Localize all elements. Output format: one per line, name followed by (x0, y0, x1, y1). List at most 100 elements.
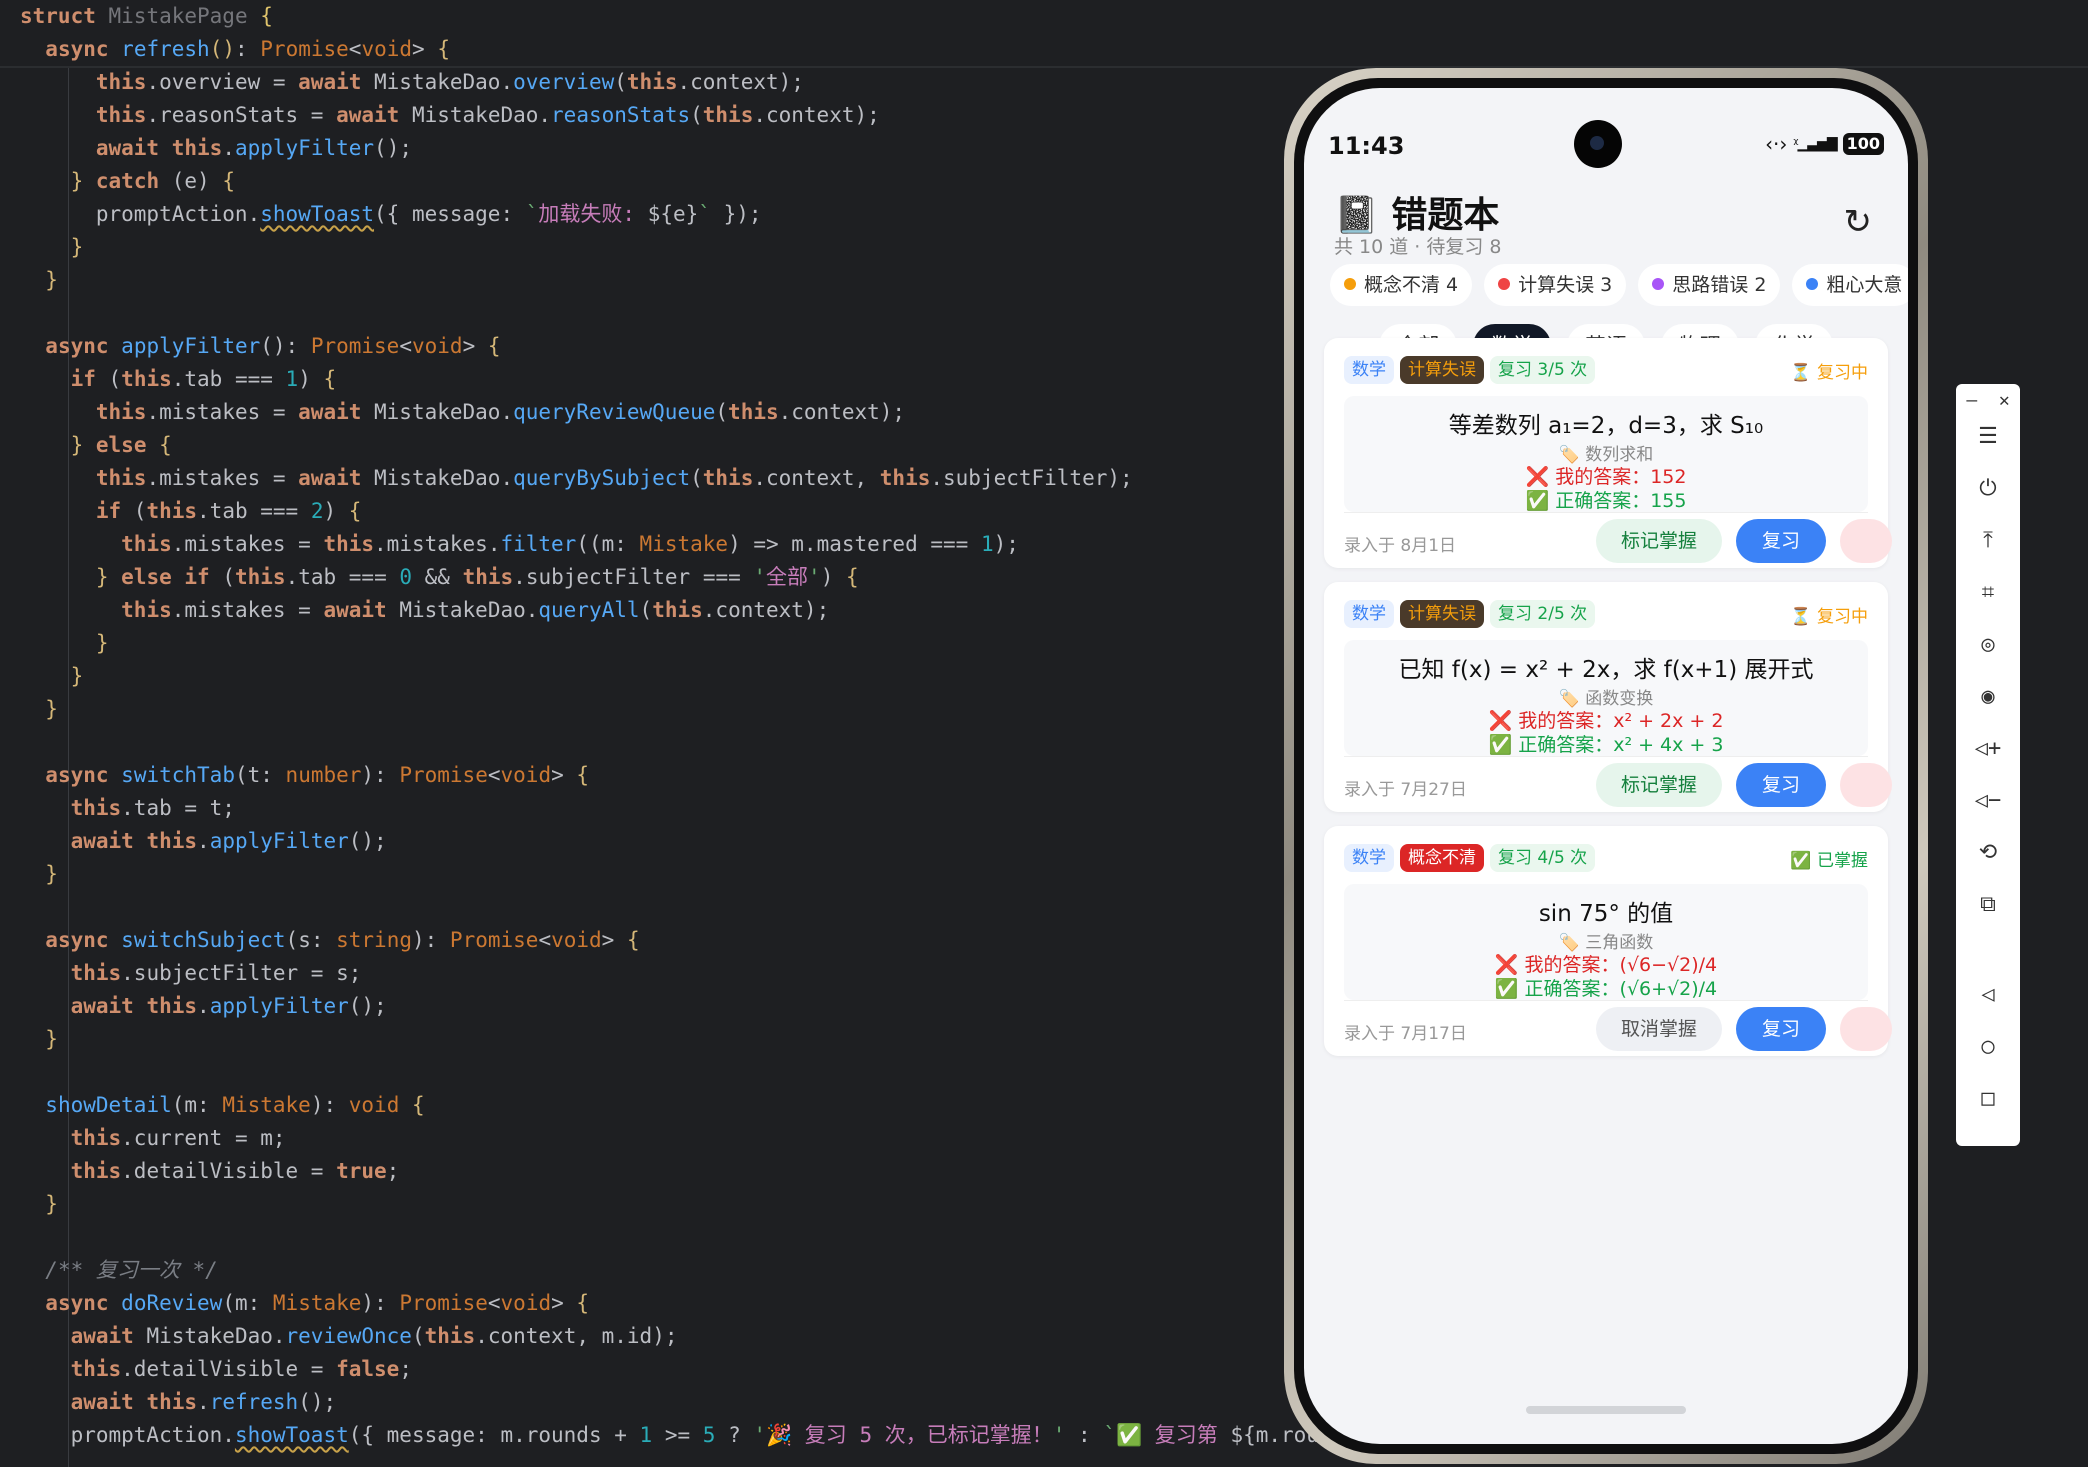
code-line[interactable]: this.mistakes = await MistakeDao.queryBy… (20, 462, 1133, 495)
multi-screen-icon[interactable]: ⧉ (1956, 892, 2020, 917)
volume-up-icon[interactable]: ◁+ (1956, 736, 2020, 761)
reason-stats-row[interactable]: 概念不清 4 计算失误 3 思路错误 2 粗心大意 (1330, 264, 1908, 310)
subject-tag: 数学 (1344, 356, 1394, 384)
review-button[interactable]: 复习 (1736, 1007, 1826, 1051)
code-line[interactable]: } catch (e) { (20, 165, 235, 198)
code-line[interactable]: await this.refresh(); (20, 1386, 337, 1419)
code-line[interactable]: } (20, 231, 84, 264)
delete-button[interactable] (1840, 519, 1892, 563)
code-line[interactable]: await this.applyFilter(); (20, 825, 387, 858)
code-line[interactable]: async doReview(m: Mistake): Promise<void… (20, 1287, 589, 1320)
status-time: 11:43 (1328, 132, 1405, 160)
code-line[interactable]: } (20, 1188, 58, 1221)
code-line[interactable]: } (20, 264, 58, 297)
code-line[interactable]: if (this.tab === 1) { (20, 363, 337, 396)
code-line[interactable]: } (20, 660, 84, 693)
code-line[interactable]: this.detailVisible = true; (20, 1155, 400, 1188)
sticky-scroll-header[interactable]: struct MistakePage { async refresh(): Pr… (0, 0, 2088, 68)
notebook-icon: 📓 (1334, 195, 1379, 236)
question-box[interactable]: 等差数列 a₁=2，d=3，求 S₁₀ 🏷️ 数列求和 ❌ 我的答案：152 ✅ 正确… (1344, 396, 1868, 512)
reason-tag: 计算失误 (1400, 600, 1484, 628)
my-answer: ❌ 我的答案：(√6−√2)/4 (1494, 954, 1718, 976)
mistake-card[interactable]: 数学 计算失误 复习 2/5 次 ⏳ 复习中 已知 f(x) = x² + 2x，求 f… (1324, 582, 1892, 812)
question-text: sin 75° 的值 (1538, 901, 1674, 927)
volume-down-icon[interactable]: ◁− (1956, 788, 2020, 813)
code-line[interactable]: } else if (this.tab === 0 && this.subjec… (20, 561, 859, 594)
code-line[interactable]: async switchSubject(s: string): Promise<… (20, 924, 639, 957)
status-badge: ✅ 已掌握 (1790, 851, 1868, 871)
emulator-toolbar[interactable]: — ✕ ☰ ⏻ ⤒ ⌗ ◎ ◉ ◁+ ◁− ⟲ ⧉ ◁ ○ □ (1956, 384, 2020, 1146)
code-line[interactable]: } else { (20, 429, 172, 462)
review-button[interactable]: 复习 (1736, 519, 1826, 563)
question-box[interactable]: sin 75° 的值 🏷️ 三角函数 ❌ 我的答案：(√6−√2)/4 ✅ 正确答案：… (1344, 884, 1868, 1000)
code-line[interactable]: async switchTab(t: number): Promise<void… (20, 759, 589, 792)
question-text: 等差数列 a₁=2，d=3，求 S₁₀ (1448, 413, 1764, 439)
code-line[interactable]: promptAction.showToast({ message: m.roun… (20, 1419, 1357, 1452)
phone-emulator-frame: 11:43 ‹·› ᵡ▁▃▅▇ 100 📓 错题本 共 10 道 · 待复习 8… (1284, 68, 1928, 1464)
code-line[interactable]: this.mistakes = await MistakeDao.queryRe… (20, 396, 905, 429)
subject-tag: 数学 (1344, 844, 1394, 872)
reason-chip[interactable]: 粗心大意 (1792, 264, 1908, 306)
code-line[interactable]: this.mistakes = this.mistakes.filter((m:… (20, 528, 1019, 561)
sticky-line-2[interactable]: async refresh(): Promise<void> { (20, 33, 450, 66)
refresh-icon[interactable]: ↻ (1844, 202, 1873, 242)
power-icon[interactable]: ⏻ (1956, 476, 2020, 501)
master-toggle-button[interactable]: 标记掌握 (1596, 519, 1722, 563)
code-line[interactable]: this.current = m; (20, 1122, 286, 1155)
code-line[interactable]: async applyFilter(): Promise<void> { (20, 330, 500, 363)
status-bar: 11:43 ‹·› ᵡ▁▃▅▇ 100 (1304, 88, 1908, 168)
front-camera (1574, 120, 1622, 168)
close-icon[interactable]: ✕ (1999, 390, 2010, 411)
code-line[interactable]: await this.applyFilter(); (20, 990, 387, 1023)
code-line[interactable]: this.overview = await MistakeDao.overvie… (20, 66, 804, 99)
my-answer: ❌ 我的答案：x² + 2x + 2 (1488, 710, 1724, 732)
code-line[interactable]: await this.applyFilter(); (20, 132, 412, 165)
delete-button[interactable] (1840, 763, 1892, 807)
home-icon[interactable]: ○ (1956, 1034, 2020, 1059)
mistake-card[interactable]: 数学 计算失误 复习 3/5 次 ⏳ 复习中 等差数列 a₁=2，d=3，求 S₁₀ 🏷️… (1324, 338, 1892, 568)
rotate-icon[interactable]: ⟲ (1956, 840, 2020, 865)
status-badge: ⏳ 复习中 (1790, 607, 1868, 627)
code-line[interactable]: promptAction.showToast({ message: `加载失败:… (20, 198, 762, 231)
home-indicator[interactable] (1526, 1406, 1686, 1414)
back-icon[interactable]: ◁ (1956, 982, 2020, 1007)
menu-icon[interactable]: ☰ (1956, 424, 2020, 449)
code-line[interactable]: this.reasonStats = await MistakeDao.reas… (20, 99, 880, 132)
code-line[interactable]: await MistakeDao.reviewOnce(this.context… (20, 1320, 678, 1353)
minimize-icon[interactable]: — (1966, 390, 1977, 411)
reason-tag: 概念不清 (1400, 844, 1484, 872)
code-line[interactable]: this.detailVisible = false; (20, 1353, 412, 1386)
phone-screen[interactable]: 11:43 ‹·› ᵡ▁▃▅▇ 100 📓 错题本 共 10 道 · 待复习 8… (1304, 88, 1908, 1444)
code-line[interactable]: /** 复习一次 */ (20, 1254, 218, 1287)
code-line[interactable]: if (this.tab === 2) { (20, 495, 362, 528)
question-text: 已知 f(x) = x² + 2x，求 f(x+1) 展开式 (1398, 657, 1814, 683)
reason-chip-label: 概念不清 4 (1364, 274, 1459, 296)
master-toggle-button[interactable]: 取消掌握 (1596, 1007, 1722, 1051)
crop-icon[interactable]: ⌗ (1956, 580, 2020, 605)
master-toggle-button[interactable]: 标记掌握 (1596, 763, 1722, 807)
reason-chip[interactable]: 思路错误 2 (1638, 264, 1781, 306)
reason-chip[interactable]: 计算失误 3 (1484, 264, 1627, 306)
code-line[interactable]: } (20, 858, 58, 891)
mistake-card[interactable]: 数学 概念不清 复习 4/5 次 ✅ 已掌握 sin 75° 的值 🏷️ 三角函数 ❌ 我的… (1324, 826, 1892, 1056)
reason-chip-label: 粗心大意 (1826, 274, 1903, 296)
code-line[interactable]: } (20, 1023, 58, 1056)
record-icon[interactable]: ◎ (1956, 632, 2020, 657)
code-line[interactable]: this.tab = t; (20, 792, 235, 825)
reason-chip[interactable]: 概念不清 4 (1330, 264, 1473, 306)
code-line[interactable]: this.subjectFilter = s; (20, 957, 362, 990)
screenshot-icon[interactable]: ◉ (1956, 684, 2020, 709)
page-title: 📓 错题本 (1334, 186, 1499, 238)
code-line[interactable]: this.mistakes = await MistakeDao.queryAl… (20, 594, 829, 627)
battery-icon: 100 (1842, 133, 1884, 155)
review-button[interactable]: 复习 (1736, 763, 1826, 807)
question-box[interactable]: 已知 f(x) = x² + 2x，求 f(x+1) 展开式 🏷️ 函数变换 ❌ 我… (1344, 640, 1868, 756)
sticky-line-1[interactable]: struct MistakePage { (20, 0, 273, 33)
recents-icon[interactable]: □ (1956, 1086, 2020, 1111)
code-line[interactable]: } (20, 627, 109, 660)
code-line[interactable]: showDetail(m: Mistake): void { (20, 1089, 424, 1122)
record-date: 录入于 7月27日 (1344, 780, 1467, 800)
pin-top-icon[interactable]: ⤒ (1956, 528, 2020, 553)
delete-button[interactable] (1840, 1007, 1892, 1051)
code-line[interactable]: } (20, 693, 58, 726)
